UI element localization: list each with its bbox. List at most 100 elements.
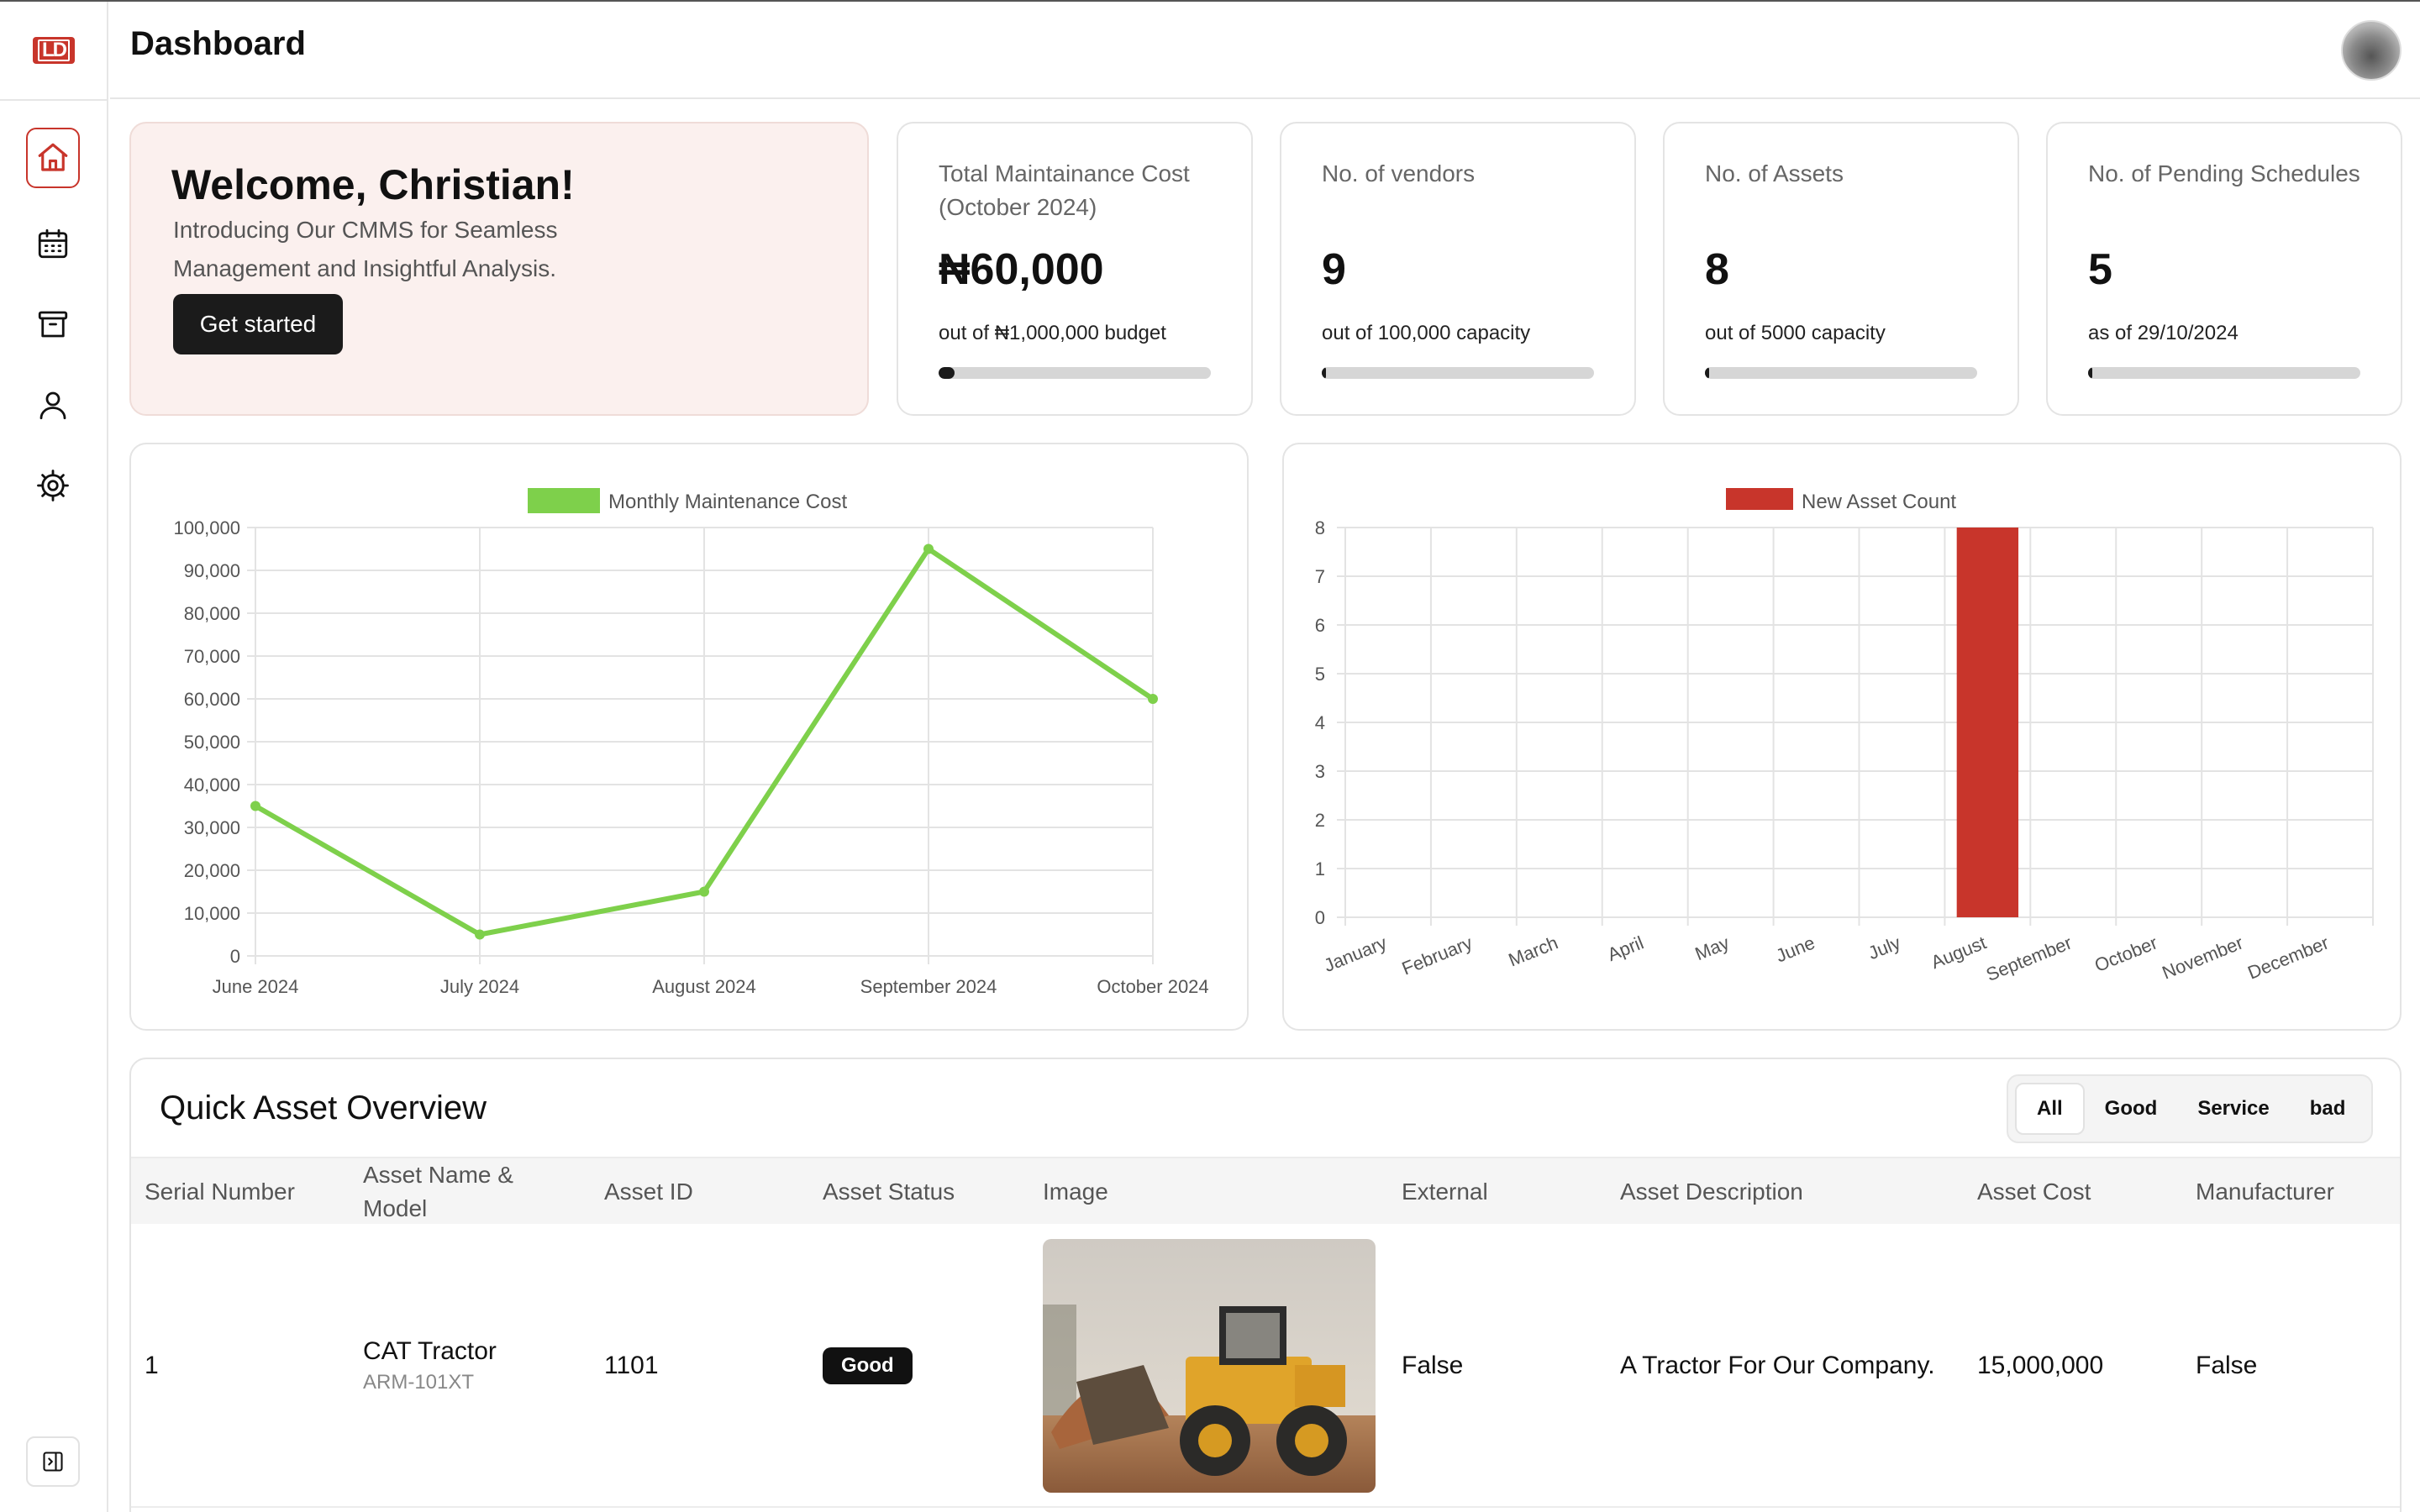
legend-label: New Asset Count [1802,491,1956,513]
filter-good-button[interactable]: Good [2085,1083,2178,1135]
x-tick-label: September 2024 [860,976,997,997]
sidebar-toggle-icon [43,1452,63,1472]
stat-subtext: out of 5000 capacity [1705,322,1886,344]
legend-swatch [1726,488,1793,510]
gear-icon [37,470,69,501]
app-logo[interactable]: LD [33,37,75,64]
y-tick-label: 8 [1315,517,1325,538]
archive-icon [38,311,68,338]
maintenance-cost-chart-card: Monthly Maintenance Cost 0 10,000 20,000 30,… [129,443,1249,1031]
stat-card-vendors: No. of vendors 9 out of 100,000 capacity [1280,122,1636,416]
cell-asset-id: 1101 [604,1352,659,1379]
stat-progress-fill [1705,367,1709,379]
stat-subtext: out of ₦1,000,000 budget [939,322,1166,344]
data-point [699,886,709,897]
asset-thumbnail[interactable] [1043,1239,1376,1493]
stat-subtext: as of 29/10/2024 [2088,322,2238,344]
data-point [1148,694,1158,704]
x-tick-label: December [2244,932,2331,983]
column-header-serial[interactable]: Serial Number [145,1158,346,1226]
asset-count-chart-card: New Asset Count 0 1 2 3 4 5 6 7 8 January February M… [1282,443,2402,1031]
stat-label: No. of Pending Schedules [2088,160,2360,186]
avatar[interactable] [2341,20,2402,81]
sidebar: LD [0,2,108,1512]
table-row[interactable]: 1 CAT Tractor ARM-101XT 1101 Good False … [131,1224,2400,1508]
cell-manufacturer: False [2196,1352,2258,1379]
y-tick-label: 60,000 [184,689,240,710]
y-tick-label: 0 [230,946,240,967]
filter-service-button[interactable]: Service [2177,1083,2289,1135]
filter-bad-button[interactable]: bad [2290,1083,2366,1135]
sidebar-collapse-button[interactable] [26,1436,80,1487]
x-tick-label: September [1983,932,2075,984]
top-header: Dashboard [110,2,2420,99]
x-tick-label: April [1604,932,1646,965]
column-header-image[interactable]: Image [1043,1158,1295,1226]
stat-progress-fill [2088,367,2092,379]
get-started-button[interactable]: Get started [173,294,343,354]
asset-name: CAT Tractor [363,1337,497,1365]
stat-progress-fill [939,367,955,379]
page-title: Dashboard [130,25,306,62]
y-tick-label: 5 [1315,664,1325,685]
y-tick-label: 20,000 [184,860,240,881]
sidebar-item-calendar[interactable] [26,213,80,274]
stat-value: 8 [1705,245,1729,294]
filter-all-button[interactable]: All [2015,1083,2085,1135]
stat-card-maintenance-cost: Total Maintainance Cost (October 2024) ₦… [897,122,1253,416]
column-header-manufacturer[interactable]: Manufacturer [2196,1158,2389,1226]
table-header: Serial Number Asset Name & Model Asset I… [131,1157,2400,1226]
stat-value: ₦60,000 [939,245,1104,294]
data-point [475,929,485,940]
y-tick-label: 6 [1315,615,1325,636]
status-filter-group: All Good Service bad [2007,1074,2373,1143]
cell-external: False [1402,1352,1464,1379]
y-tick-label: 7 [1315,566,1325,587]
y-tick-label: 40,000 [184,774,240,795]
x-tick-label: February [1399,932,1476,979]
welcome-text: Introducing Our CMMS for Seamless Manage… [173,217,558,281]
calendar-icon [38,228,68,259]
stat-card-pending-schedules: No. of Pending Schedules 5 as of 29/10/2… [2046,122,2402,416]
sidebar-item-home[interactable] [26,128,80,188]
column-header-asset-name[interactable]: Asset Name & Model [363,1158,556,1226]
column-header-asset-id[interactable]: Asset ID [604,1158,797,1226]
legend-label: Monthly Maintenance Cost [608,491,847,513]
cell-serial: 1 [145,1352,159,1379]
x-tick-label: July 2024 [440,976,519,997]
cell-description: A Tractor For Our Company. [1620,1352,1935,1379]
sidebar-divider [0,99,108,101]
x-tick-label: October 2024 [1097,976,1208,997]
stat-progress-bar [939,367,1211,379]
welcome-heading: Welcome, Christian! [171,161,575,208]
column-header-description[interactable]: Asset Description [1620,1158,1956,1226]
stat-value: 5 [2088,245,2112,294]
cell-image [1043,1224,1376,1508]
section-title: Quick Asset Overview [160,1089,487,1126]
cell-asset-name: CAT Tractor ARM-101XT [363,1224,497,1508]
y-tick-label: 90,000 [184,560,240,581]
bar [1956,528,2019,917]
column-header-asset-status[interactable]: Asset Status [823,1158,1016,1226]
x-tick-label: May [1692,932,1733,964]
column-header-external[interactable]: External [1402,1158,1595,1226]
sidebar-item-settings[interactable] [26,455,80,516]
y-tick-label: 3 [1315,761,1325,782]
y-tick-label: 100,000 [173,517,240,538]
stat-progress-bar [2088,367,2360,379]
x-tick-label: October [2091,932,2160,975]
logo-text: LD [38,39,70,61]
x-tick-label: November [2160,932,2246,983]
sidebar-item-users[interactable] [26,375,80,435]
y-tick-label: 30,000 [184,817,240,838]
user-icon [39,391,66,420]
column-header-cost[interactable]: Asset Cost [1977,1158,2170,1226]
stat-subtext: out of 100,000 capacity [1322,322,1531,344]
tractor-image [1043,1239,1376,1493]
welcome-card: Welcome, Christian! Introducing Our CMMS… [129,122,869,416]
stat-label: No. of Assets [1705,160,1844,186]
y-tick-label: 80,000 [184,603,240,624]
data-point [923,543,934,554]
y-tick-label: 70,000 [184,646,240,667]
sidebar-item-assets[interactable] [26,294,80,354]
